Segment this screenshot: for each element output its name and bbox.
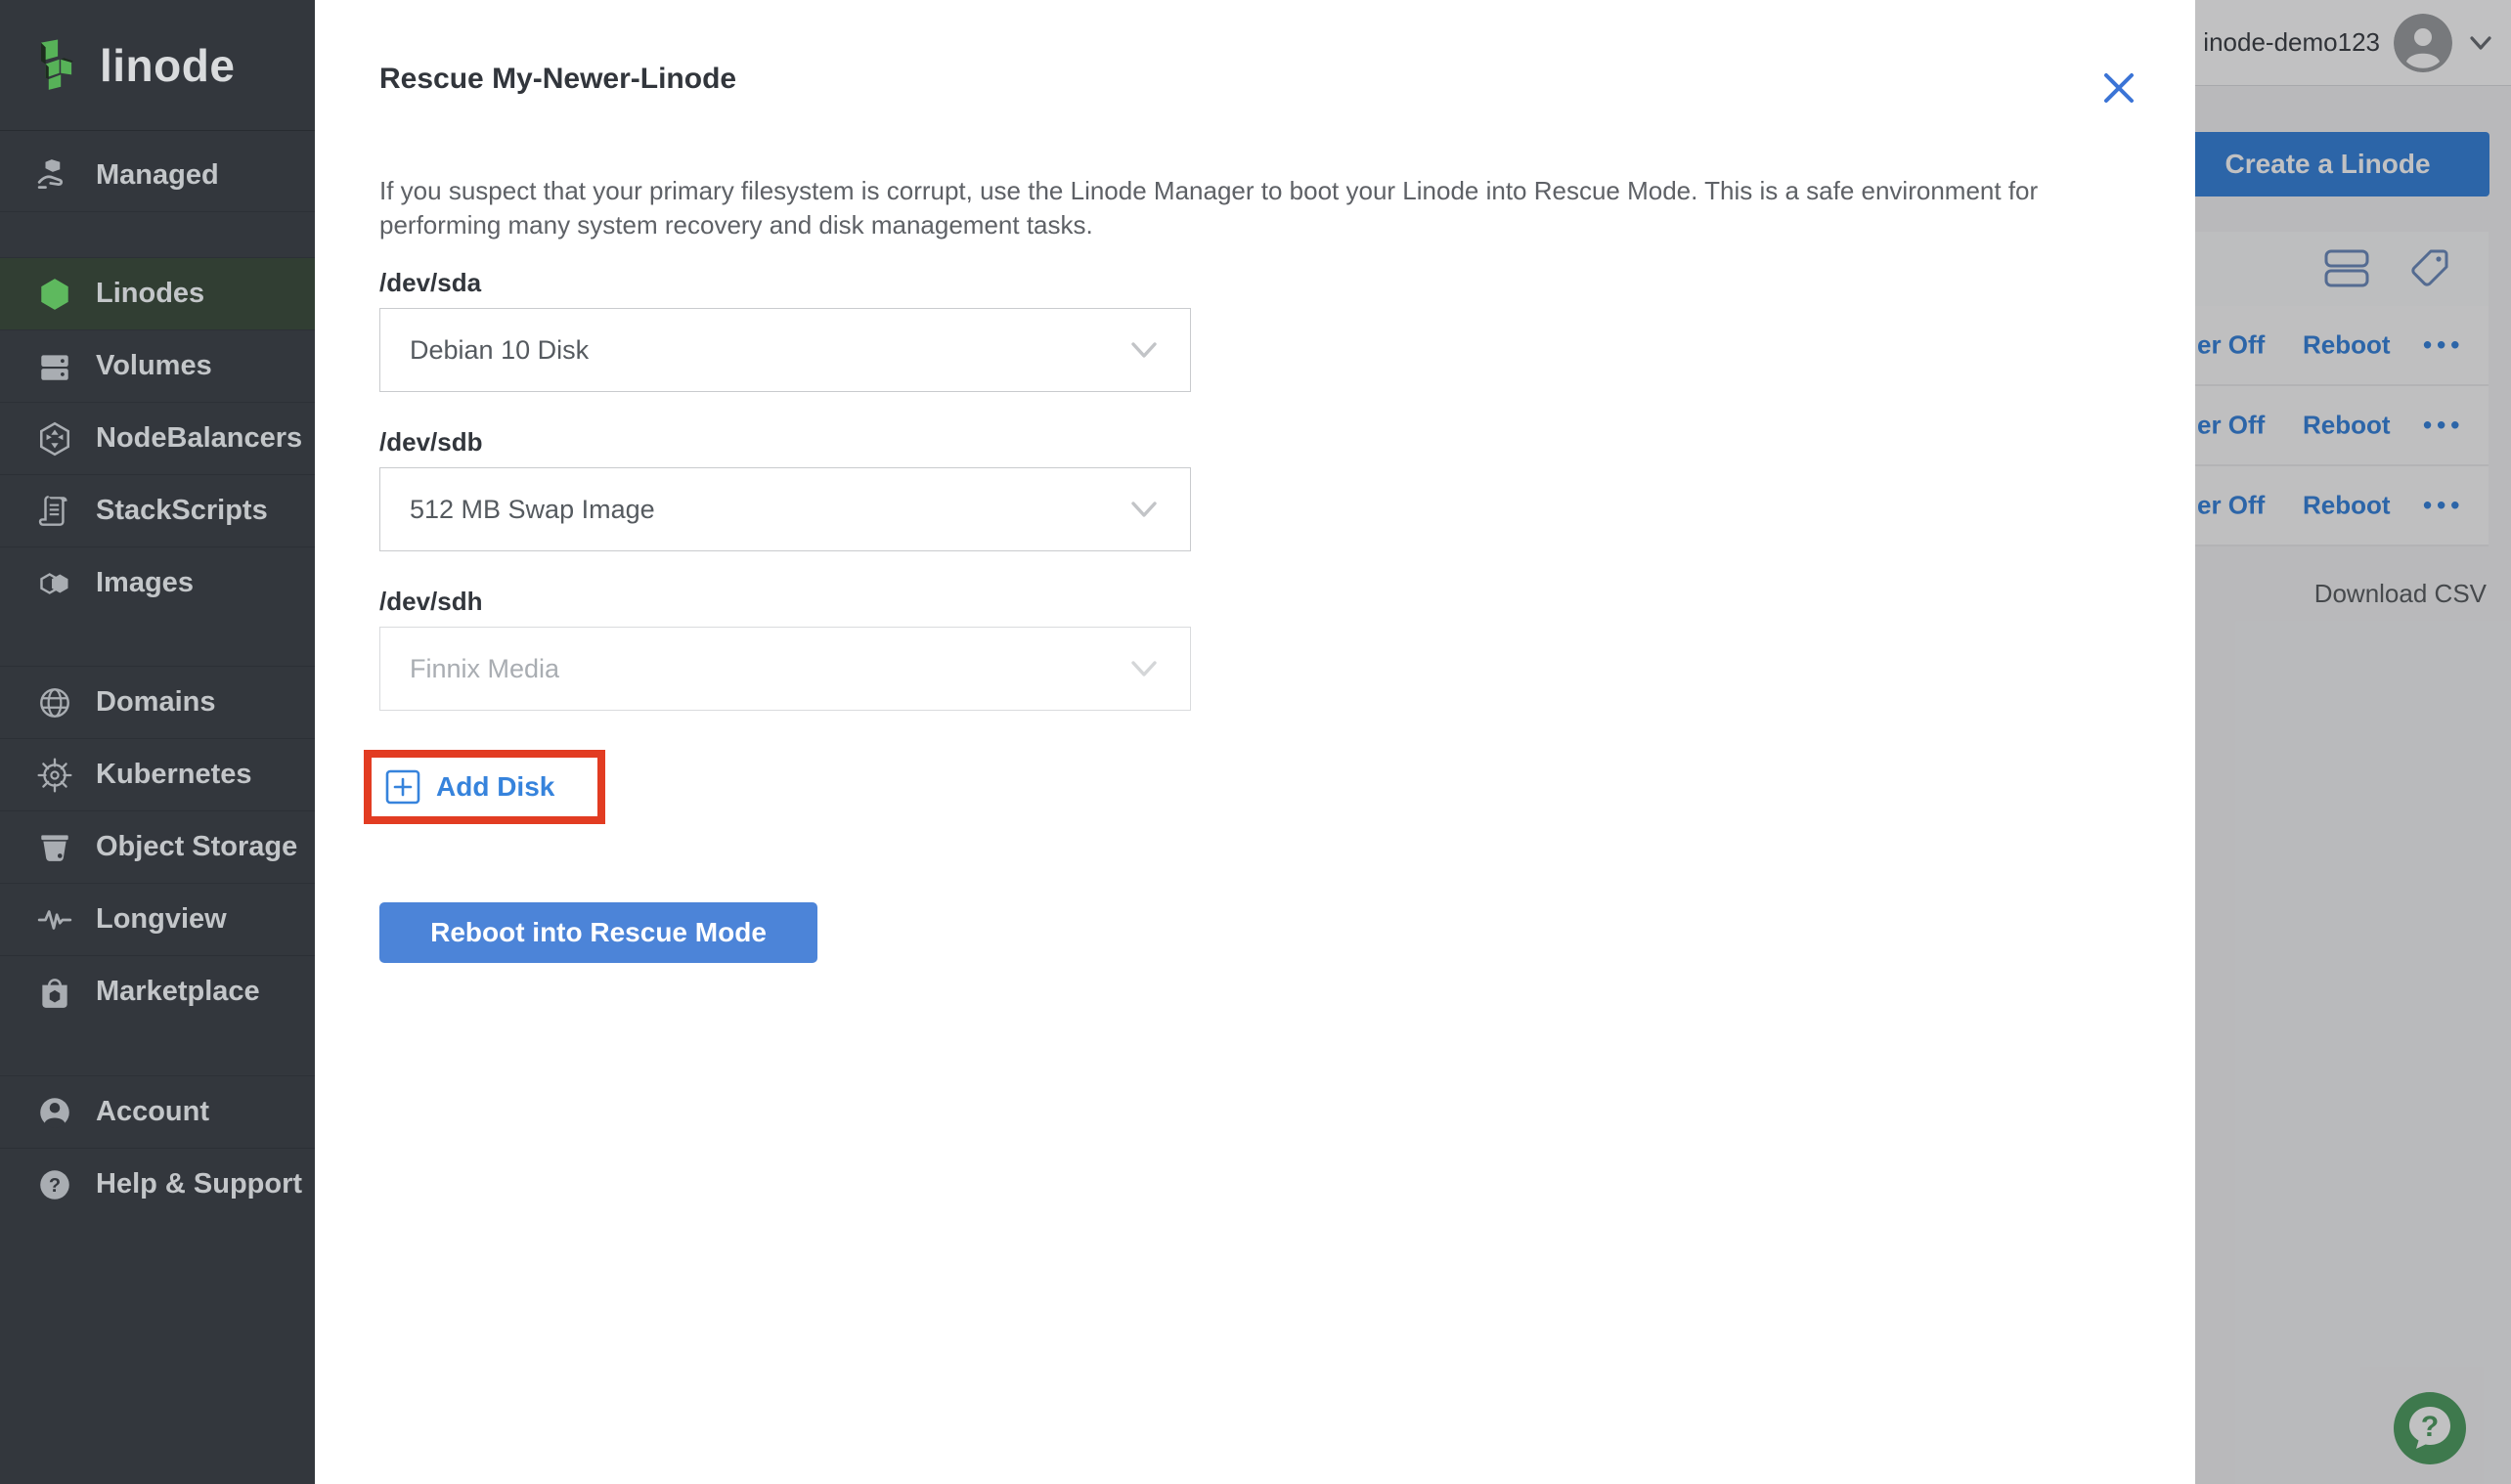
sidebar-item-account[interactable]: Account <box>0 1075 315 1148</box>
chevron-down-icon <box>1131 502 1157 517</box>
drawer-title: Rescue My-Newer-Linode <box>379 63 737 95</box>
annotation-highlight-box: Add Disk <box>364 750 606 824</box>
help-icon: ? <box>35 1165 74 1204</box>
linode-logo-icon <box>27 38 82 93</box>
stackscripts-icon <box>35 492 74 531</box>
reboot-link[interactable]: Reboot <box>2303 330 2391 361</box>
linode-row: er Off Reboot ••• <box>2195 386 2489 466</box>
field-dev-sdh: /dev/sdh Finnix Media <box>379 587 2195 711</box>
topbar: inode-demo123 <box>2195 0 2511 86</box>
reboot-into-rescue-mode-button[interactable]: Reboot into Rescue Mode <box>379 902 817 963</box>
power-off-link[interactable]: er Off <box>2197 411 2265 441</box>
field-label: /dev/sda <box>379 268 482 297</box>
sidebar-item-label: NodeBalancers <box>96 422 303 454</box>
chevron-down-icon[interactable] <box>2466 28 2495 58</box>
managed-icon <box>35 155 74 195</box>
sidebar-divider <box>0 619 315 666</box>
field-dev-sda: /dev/sda Debian 10 Disk <box>379 268 2195 392</box>
field-label: /dev/sdb <box>379 427 483 457</box>
sidebar-item-linodes[interactable]: Linodes <box>0 257 315 329</box>
sdh-select-value: Finnix Media <box>410 653 560 683</box>
close-icon[interactable] <box>2097 66 2140 109</box>
sda-select-value: Debian 10 Disk <box>410 334 590 365</box>
linode-logo[interactable]: linode <box>0 0 315 131</box>
chevron-down-icon <box>1131 342 1157 358</box>
sidebar-item-label: Images <box>96 567 194 598</box>
sidebar-item-longview[interactable]: Longview <box>0 883 315 955</box>
sdb-select-value: 512 MB Swap Image <box>410 494 655 524</box>
add-disk-label: Add Disk <box>436 771 555 802</box>
sidebar-item-domains[interactable]: Domains <box>0 666 315 738</box>
account-icon <box>35 1093 74 1132</box>
images-icon <box>35 564 74 603</box>
sidebar: linode Managed Linodes Volumes NodeBalan… <box>0 0 315 1484</box>
reboot-link[interactable]: Reboot <box>2303 411 2391 441</box>
longview-icon <box>35 900 74 939</box>
sidebar-item-managed[interactable]: Managed <box>0 139 315 211</box>
background-page: inode-demo123 Create a Linode er Off Reb… <box>2166 0 2511 1484</box>
rescue-drawer: Rescue My-Newer-Linode If you suspect th… <box>315 0 2195 1484</box>
sidebar-divider <box>0 211 315 257</box>
create-a-linode-button[interactable]: Create a Linode <box>2166 132 2489 196</box>
chevron-down-icon <box>1131 661 1157 677</box>
sidebar-item-label: Account <box>96 1096 209 1127</box>
linode-row: er Off Reboot ••• <box>2195 306 2489 386</box>
logo-wordmark: linode <box>100 39 236 91</box>
sidebar-item-images[interactable]: Images <box>0 546 315 619</box>
power-off-link[interactable]: er Off <box>2197 330 2265 361</box>
field-label: /dev/sdh <box>379 587 483 616</box>
sidebar-item-help-support[interactable]: ? Help & Support <box>0 1148 315 1220</box>
sidebar-item-object-storage[interactable]: Object Storage <box>0 810 315 883</box>
sidebar-item-label: Volumes <box>96 350 212 381</box>
volumes-icon <box>35 347 74 386</box>
add-disk-button[interactable]: Add Disk <box>372 758 598 816</box>
sdh-select: Finnix Media <box>379 627 1191 711</box>
sidebar-item-volumes[interactable]: Volumes <box>0 329 315 402</box>
more-actions-icon[interactable]: ••• <box>2423 411 2464 441</box>
summary-view-icon[interactable] <box>2324 249 2369 288</box>
object-storage-icon <box>35 828 74 867</box>
sidebar-item-label: Longview <box>96 903 227 935</box>
sidebar-divider <box>0 1027 315 1075</box>
field-dev-sdb: /dev/sdb 512 MB Swap Image <box>379 427 2195 551</box>
sidebar-item-label: StackScripts <box>96 495 268 526</box>
more-actions-icon[interactable]: ••• <box>2423 491 2464 521</box>
nodebalancers-icon <box>35 419 74 458</box>
tag-group-icon[interactable] <box>2406 246 2451 291</box>
linodes-icon <box>35 275 74 314</box>
username-label[interactable]: inode-demo123 <box>2203 27 2380 58</box>
marketplace-icon <box>35 973 74 1012</box>
sdb-select[interactable]: 512 MB Swap Image <box>379 467 1191 551</box>
svg-text:?: ? <box>49 1174 61 1196</box>
power-off-link[interactable]: er Off <box>2197 491 2265 521</box>
sidebar-item-label: Domains <box>96 686 216 718</box>
download-csv-link[interactable]: Download CSV <box>2314 579 2487 609</box>
help-bubble-button[interactable]: ? <box>2394 1392 2466 1464</box>
drawer-description: If you suspect that your primary filesys… <box>379 176 2039 240</box>
sidebar-item-label: Linodes <box>96 278 205 309</box>
linodes-table-header <box>2195 232 2489 306</box>
avatar[interactable] <box>2394 13 2452 72</box>
sidebar-item-label: Managed <box>96 158 219 191</box>
svg-text:?: ? <box>2421 1411 2439 1443</box>
kubernetes-icon <box>35 756 74 795</box>
sda-select[interactable]: Debian 10 Disk <box>379 308 1191 392</box>
sidebar-item-label: Help & Support <box>96 1168 303 1200</box>
sidebar-item-label: Marketplace <box>96 976 260 1007</box>
more-actions-icon[interactable]: ••• <box>2423 330 2464 361</box>
reboot-link[interactable]: Reboot <box>2303 491 2391 521</box>
sidebar-item-nodebalancers[interactable]: NodeBalancers <box>0 402 315 474</box>
sidebar-item-kubernetes[interactable]: Kubernetes <box>0 738 315 810</box>
linode-row: er Off Reboot ••• <box>2195 466 2489 546</box>
sidebar-item-marketplace[interactable]: Marketplace <box>0 955 315 1027</box>
domains-icon <box>35 683 74 722</box>
sidebar-item-label: Kubernetes <box>96 759 252 790</box>
sidebar-item-stackscripts[interactable]: StackScripts <box>0 474 315 546</box>
sidebar-item-label: Object Storage <box>96 831 298 862</box>
plus-square-icon <box>385 769 420 805</box>
